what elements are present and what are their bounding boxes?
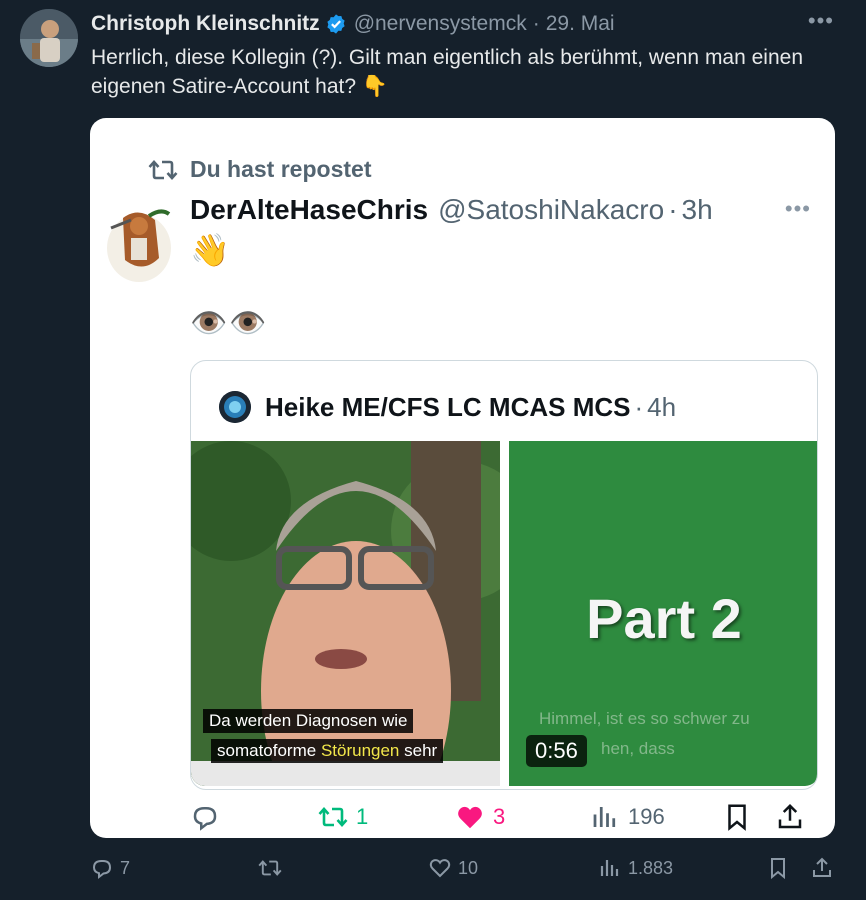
quoted-author-name[interactable]: Heike ME/CFS LC MCAS MCS: [265, 392, 631, 423]
subtitle-text: sehr: [399, 741, 438, 760]
share-button[interactable]: [775, 802, 813, 832]
quoted-time[interactable]: 4h: [647, 392, 676, 423]
avatar-image: [20, 9, 78, 67]
embedded-post-card[interactable]: Du hast repostet DerAlteHaseChris @Satos…: [90, 118, 835, 838]
video-thumbnail-right[interactable]: Part 2 Himmel, ist es so schwer zu hen, …: [509, 441, 817, 786]
repost-icon: [318, 807, 348, 827]
quoted-post-header: Heike ME/CFS LC MCAS MCS · 4h: [219, 391, 676, 423]
share-icon: [813, 857, 831, 877]
separator-dot: ·: [668, 194, 678, 225]
author-avatar[interactable]: [20, 9, 78, 67]
repost-icon: [258, 860, 282, 876]
post-date[interactable]: 29. Mai: [546, 12, 615, 36]
reply-button[interactable]: 7: [90, 856, 130, 880]
reposted-author-name[interactable]: DerAlteHaseChris: [190, 194, 428, 226]
video-frame-image: [191, 441, 500, 786]
views-icon: [593, 807, 616, 827]
bookmark-icon: [728, 804, 746, 831]
video-thumbnail-left[interactable]: Da werden Diagnosen wie somatoforme Stör…: [191, 441, 500, 786]
share-icon: [778, 803, 802, 829]
verified-badge-icon: [327, 14, 345, 34]
repost-button[interactable]: [258, 856, 288, 880]
like-count: 3: [493, 804, 506, 829]
reposted-post-header: DerAlteHaseChris @SatoshiNakacro · 3h: [190, 194, 713, 226]
reply-icon: [193, 807, 217, 831]
share-button[interactable]: [810, 856, 840, 880]
post-line-eyes: 👁️👁️: [190, 307, 269, 340]
video-subtitle-right-1: Himmel, ist es so schwer zu: [539, 709, 750, 728]
author-name[interactable]: Christoph Kleinschnitz: [91, 12, 320, 36]
bookmark-icon: [771, 858, 785, 880]
views-button[interactable]: 1.883: [598, 856, 673, 880]
post-text: Herrlich, diese Kollegin (?). Gilt man e…: [91, 46, 804, 98]
reposter-avatar[interactable]: [103, 198, 175, 284]
video-subtitle-line-1: Da werden Diagnosen wie: [203, 709, 414, 733]
like-button[interactable]: 3: [455, 802, 505, 832]
like-count: 10: [458, 857, 479, 878]
heart-icon: [429, 859, 451, 878]
quoted-post[interactable]: Heike ME/CFS LC MCAS MCS · 4h Da werden …: [190, 360, 818, 790]
video-subtitle-line-2: somatoforme Störungen sehr: [211, 739, 444, 763]
heart-icon: [458, 806, 482, 829]
repost-count: 1: [356, 804, 369, 829]
reposted-author-handle[interactable]: @SatoshiNakacro: [438, 194, 664, 226]
views-count: 196: [628, 804, 665, 829]
author-handle[interactable]: @nervensystemck: [354, 12, 527, 36]
bookmark-button[interactable]: [722, 802, 760, 832]
outer-header: Christoph Kleinschnitz @nervensystemck ·…: [91, 12, 615, 36]
video-subtitle-right-2: hen, dass: [601, 739, 675, 758]
avatar-image: [219, 391, 251, 423]
video-title-overlay: Part 2: [586, 587, 742, 650]
reply-button[interactable]: [190, 802, 228, 832]
post-line-wave: 👋: [190, 232, 230, 268]
repost-icon: [148, 159, 178, 180]
separator-dot: ·: [532, 12, 540, 35]
views-count: 1.883: [628, 857, 674, 878]
video-duration-badge: 0:56: [526, 735, 587, 767]
reposted-time[interactable]: 3h: [682, 194, 713, 226]
outer-action-bar: 7 10 1.883: [90, 856, 840, 890]
repost-label: Du hast repostet: [190, 156, 372, 182]
embedded-action-bar: 1 3 196: [190, 802, 810, 836]
separator-dot: ·: [634, 391, 644, 422]
more-icon[interactable]: •••: [785, 196, 811, 222]
quoted-author-avatar[interactable]: [219, 391, 251, 423]
repost-indicator: Du hast repostet: [148, 156, 371, 183]
reply-count: 7: [120, 857, 131, 878]
reply-icon: [92, 860, 112, 880]
views-button[interactable]: 196: [590, 802, 665, 832]
more-icon[interactable]: •••: [808, 8, 834, 34]
like-button[interactable]: 10: [428, 856, 478, 880]
repost-button[interactable]: 1: [318, 802, 368, 832]
subtitle-highlight: Störungen: [320, 741, 400, 760]
views-icon: [600, 860, 619, 876]
bookmark-button[interactable]: [766, 856, 796, 880]
subtitle-text: somatoforme: [217, 741, 321, 760]
